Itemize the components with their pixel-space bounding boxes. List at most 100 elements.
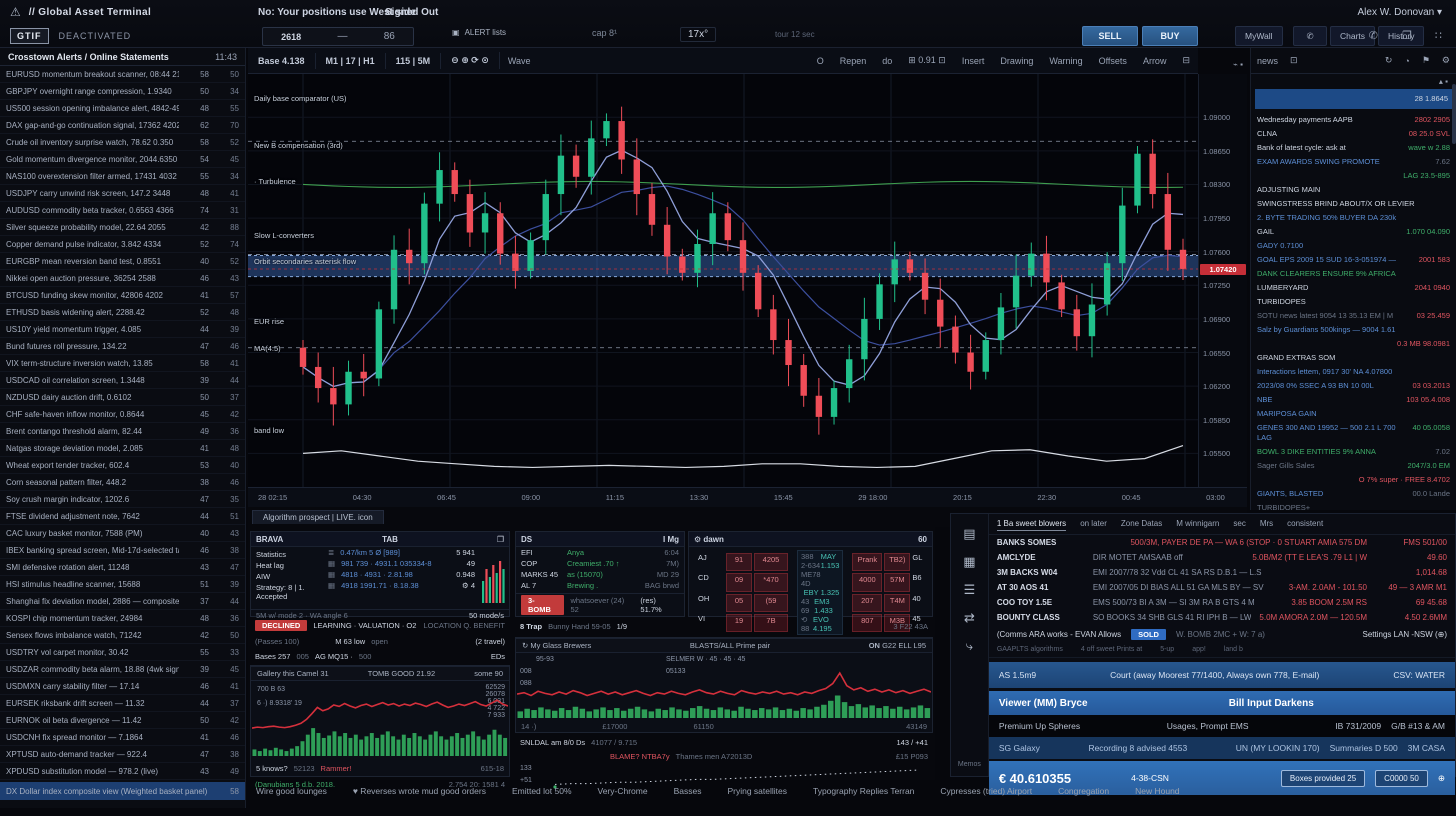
feed-item[interactable]: EXAM AWARDS SWING PROMOTE 7.62 [1255,155,1452,169]
market-watch-row[interactable]: CHF safe-haven inflow monitor, 0.8644 45… [0,406,245,423]
market-watch-row[interactable]: CAC luxury basket monitor, 7588 (PM) 40 … [0,525,245,542]
mid-row[interactable]: 43 69 EM3 1.433 [801,597,839,615]
market-watch-row[interactable]: USDCNH fix spread monitor — 7.1864 41 46 [0,729,245,746]
status-item[interactable]: Emitted lot 50% [512,786,572,796]
feed-item[interactable]: LUMBERYARD 2041 0940 [1255,281,1452,295]
market-watch-row[interactable]: Soy crush margin indicator, 1202.6 47 35 [0,491,245,508]
feed-item[interactable]: Bank of latest cycle: ask at wave w 2.88 [1255,141,1452,155]
range-button[interactable]: 115 | 5M [386,53,442,69]
feed-item[interactable]: Sager Gills Sales 2047/3.0 EM [1255,459,1452,473]
feed-corner-icons[interactable]: ▴ ▪ [1255,76,1452,87]
spreadsheet-icon[interactable]: ▦ [963,554,975,570]
feed-item[interactable]: Wednesday payments AAPB 2802 2905 [1255,113,1452,127]
feed-item[interactable]: GAIL 1.070 04.090 [1255,225,1452,239]
account-tab[interactable]: M winnigarn [1176,519,1219,531]
market-watch-row[interactable]: USDZAR commodity beta alarm, 18.88 (4wk … [0,661,245,678]
market-watch-selected-row[interactable]: DX Dollar index composite view (Weighted… [0,782,245,800]
feed-item[interactable]: 2023/08 0% SSEC A 93 BN 10 00L 03 03.201… [1255,379,1452,393]
export-icon[interactable]: ⤷ [966,638,973,654]
history-row[interactable]: BANKS SOMES 500/3M, PAYER DE PA — WA 6 (… [989,535,1455,550]
axis-settings-icon[interactable]: ⌁ ▪ [1233,60,1243,69]
feed-item[interactable]: TURBIDOPES [1255,295,1452,309]
refresh-icon[interactable]: ↻ [1385,55,1393,66]
lot-size-stepper[interactable]: 2618 — 86 [262,27,414,46]
wide-on[interactable]: ON [869,641,880,650]
market-watch-row[interactable]: IBEX banking spread screen, Mid-17d-sele… [0,542,245,559]
feed-item[interactable]: LAG 23.5-895 [1255,169,1452,183]
feed-item[interactable]: SOTU news latest 9054 13 35.13 EM | M 03… [1255,309,1452,323]
settings-icon[interactable]: ⚙ [1442,55,1450,66]
headset-icon[interactable]: ✆ [1369,29,1378,42]
feed-window-icon[interactable]: ⊡ [1290,55,1298,66]
market-watch-row[interactable]: DAX gap-and-go continuation signal, 1736… [0,117,245,134]
feed-item[interactable]: BOWL 3 DIKE ENTITIES 9% ANNA 7.02 [1255,445,1452,459]
feed-item[interactable]: GIANTS, BLASTED 00.0 Lande [1255,487,1452,501]
feed-item[interactable]: GRAND EXTRAS SOM [1255,351,1452,365]
market-watch-row[interactable]: Silver squeeze probability model, 22.64 … [0,219,245,236]
menu-drawing[interactable]: Drawing [992,53,1041,69]
feed-item[interactable]: NBE 103 05.4.008 [1255,393,1452,407]
market-watch-row[interactable]: EURGBP mean reversion band test, 0.8551 … [0,253,245,270]
account-tab[interactable]: Zone Datas [1121,519,1162,531]
preview-button[interactable]: 17x° [680,27,716,42]
feed-item[interactable]: GENES 300 AND 19952 — 500 2.1 L 700 LAG … [1255,421,1452,445]
panel-a-row[interactable]: ▦ 4818 · 4931 · 2.81.98 0.948 [323,569,480,580]
market-watch-row[interactable]: AUDUSD commodity beta tracker, 0.6563 43… [0,202,245,219]
account-tab[interactable]: consistent [1287,519,1323,531]
buy-button[interactable]: BUY [1142,26,1198,46]
sold-badge[interactable]: SOLD [1131,629,1166,640]
market-watch-row[interactable]: Bund futures roll pressure, 134.22 47 46 [0,338,245,355]
account-row-b[interactable]: Viewer (MM) Bryce Bill Input Darkens [989,691,1455,715]
market-watch-row[interactable]: VIX term-structure inversion watch, 13.8… [0,355,245,372]
market-watch-row[interactable]: XPTUSD auto-demand tracker — 922.4 47 38 [0,746,245,763]
market-watch-row[interactable]: Crude oil inventory surprise watch, 78.6… [0,134,245,151]
menu-warning[interactable]: Warning [1041,53,1090,69]
market-watch-row[interactable]: Brent contango threshold alarm, 82.44 49… [0,423,245,440]
main-chart[interactable]: Daily base comparator (US)New B compensa… [248,74,1198,487]
account-row-d[interactable]: SG Galaxy Recording 8 advised 4553 UN (M… [989,737,1455,759]
panel-b-row[interactable]: EFI Anya 6:04 [516,547,684,558]
market-watch-row[interactable]: Nikkei open auction pressure, 36254 2588… [0,270,245,287]
panel-a-tab[interactable]: TAB [382,535,398,544]
history-row[interactable]: AT 30 AOS 41 EMI 2007/05 DI BIAS ALL 51 … [989,580,1455,595]
price-axis[interactable]: ⌁ ▪ 1.090001.086501.083001.079501.076001… [1198,74,1247,487]
market-watch-row[interactable]: Corn seasonal pattern filter, 448.2 38 4… [0,474,245,491]
panel-a-row[interactable]: ▦ 4918 1991.71 · 8.18.38 ⚙ 4 [323,580,480,591]
feed-item[interactable]: 28 1.8645 [1255,89,1452,109]
market-watch-row[interactable]: USDMXN carry stability filter — 17.14 46… [0,678,245,695]
market-watch-row[interactable]: SMI defensive rotation alert, 11248 43 4… [0,559,245,576]
wave-menu[interactable]: Wave [500,53,539,69]
feed-item[interactable]: O 7% super · FREE 8.4702 [1255,473,1452,487]
feed-item[interactable]: ADJUSTING MAIN [1255,183,1452,197]
market-watch-row[interactable]: Natgas storage deviation model, 2.085 41… [0,440,245,457]
market-watch-row[interactable]: NZDUSD dairy auction drift, 0.6102 50 37 [0,389,245,406]
phone-button[interactable]: ✆ [1293,26,1327,46]
market-watch-row[interactable]: Copper demand pulse indicator, 3.842 433… [0,236,245,253]
market-watch-row[interactable]: HSI stimulus headline scanner, 15688 51 … [0,576,245,593]
menu-o[interactable]: O [809,53,832,69]
status-item[interactable]: Cypresses (tried) Airport [940,786,1032,796]
menu-arrow[interactable]: Arrow [1135,53,1175,69]
symbol-button[interactable]: Base 4.138 [248,53,316,69]
window-icon[interactable]: ❐ [1402,29,1412,42]
menu-do[interactable]: do [874,53,900,69]
market-watch-row[interactable]: Shanghai fix deviation model, 2886 — com… [0,593,245,610]
status-item[interactable]: Typography Replies Terran [813,786,914,796]
market-watch-row[interactable]: US500 session opening imbalance alert, 4… [0,100,245,117]
market-watch-row[interactable]: EURSEK riksbank drift screen — 11.32 44 … [0,695,245,712]
market-watch-row[interactable]: Gold momentum divergence monitor, 2044.6… [0,151,245,168]
market-watch-row[interactable]: USDTRY vol carpet monitor, 30.42 55 33 [0,644,245,661]
candlestick-chart-canvas[interactable] [248,74,1198,487]
zoom-controls[interactable]: ⊖ ⊕ ⟳ ⊙ [441,52,500,69]
time-axis[interactable]: 28 02:1504:3006:4509:0011:1513:3015:4529… [248,487,1247,507]
mid-row[interactable]: 388 2-634 ME78 4D MAY 1.153 [801,552,839,588]
status-item[interactable]: Very-Chrome [598,786,648,796]
market-watch-row[interactable]: Wheat export tender tracker, 602.4 53 40 [0,457,245,474]
feed-item[interactable]: TURBIDOPES+ [1255,501,1452,510]
market-watch-row[interactable]: NAS100 overextension filter armed, 17431… [0,168,245,185]
feed-item[interactable]: Interactions lettem, 0917 30' NA 4.07800 [1255,365,1452,379]
menu-insert[interactable]: Insert [954,53,993,69]
feed-item[interactable]: GOAL EPS 2009 15 SUD 16-3-051974 — 2001 … [1255,253,1452,267]
minus-icon[interactable]: — [337,31,347,42]
sell-button[interactable]: SELL [1082,26,1138,46]
